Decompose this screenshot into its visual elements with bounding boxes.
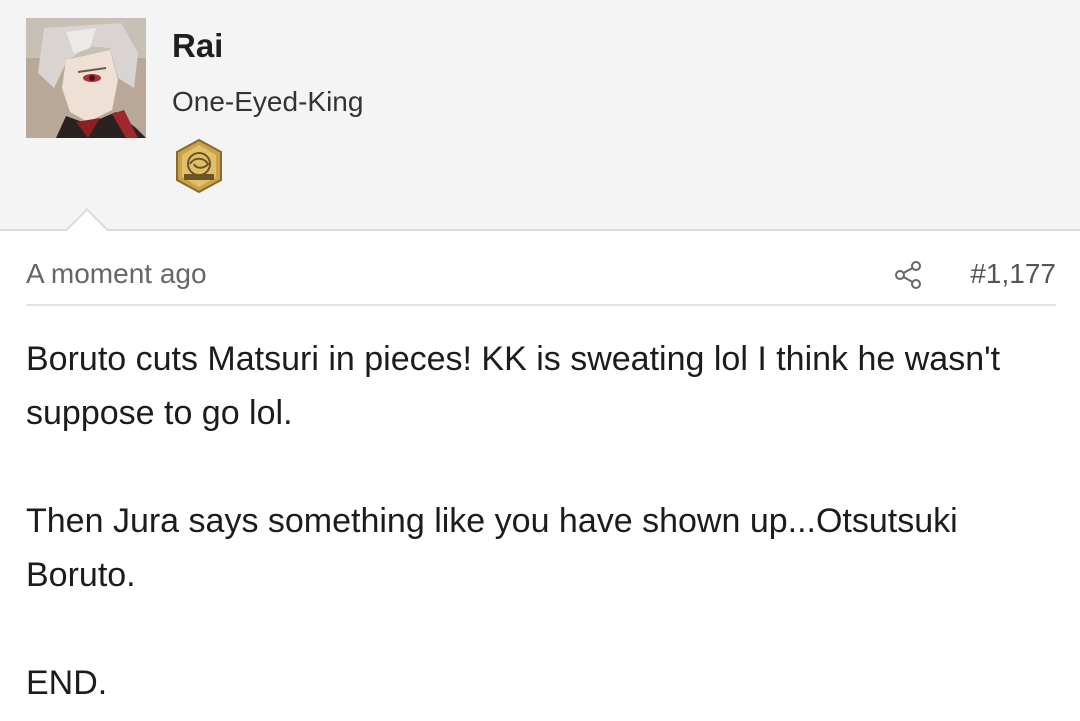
user-title: One-Eyed-King xyxy=(172,86,364,117)
post-content: Boruto cuts Matsuri in pieces! KK is swe… xyxy=(26,332,1056,710)
share-icon[interactable] xyxy=(894,260,924,290)
post-paragraph: END. xyxy=(26,664,108,702)
author-panel: Rai One-Eyed-King xyxy=(0,0,1080,231)
post-meta-row: A moment ago #1,177 xyxy=(26,252,1056,306)
avatar-image xyxy=(26,18,146,138)
forum-post: Rai One-Eyed-King A moment ago #1,177 Bo… xyxy=(0,0,1080,721)
post-number-link[interactable]: #1,177 xyxy=(970,256,1056,292)
post-paragraph: Then Jura says something like you have s… xyxy=(26,502,958,594)
avatar[interactable] xyxy=(26,18,146,138)
fanverse-hex-badge-icon[interactable] xyxy=(174,138,224,194)
post-paragraph: Boruto cuts Matsuri in pieces! KK is swe… xyxy=(26,340,1001,432)
post-pointer-inner xyxy=(66,211,108,232)
username[interactable]: Rai xyxy=(172,26,223,66)
timestamp: A moment ago xyxy=(26,258,207,289)
